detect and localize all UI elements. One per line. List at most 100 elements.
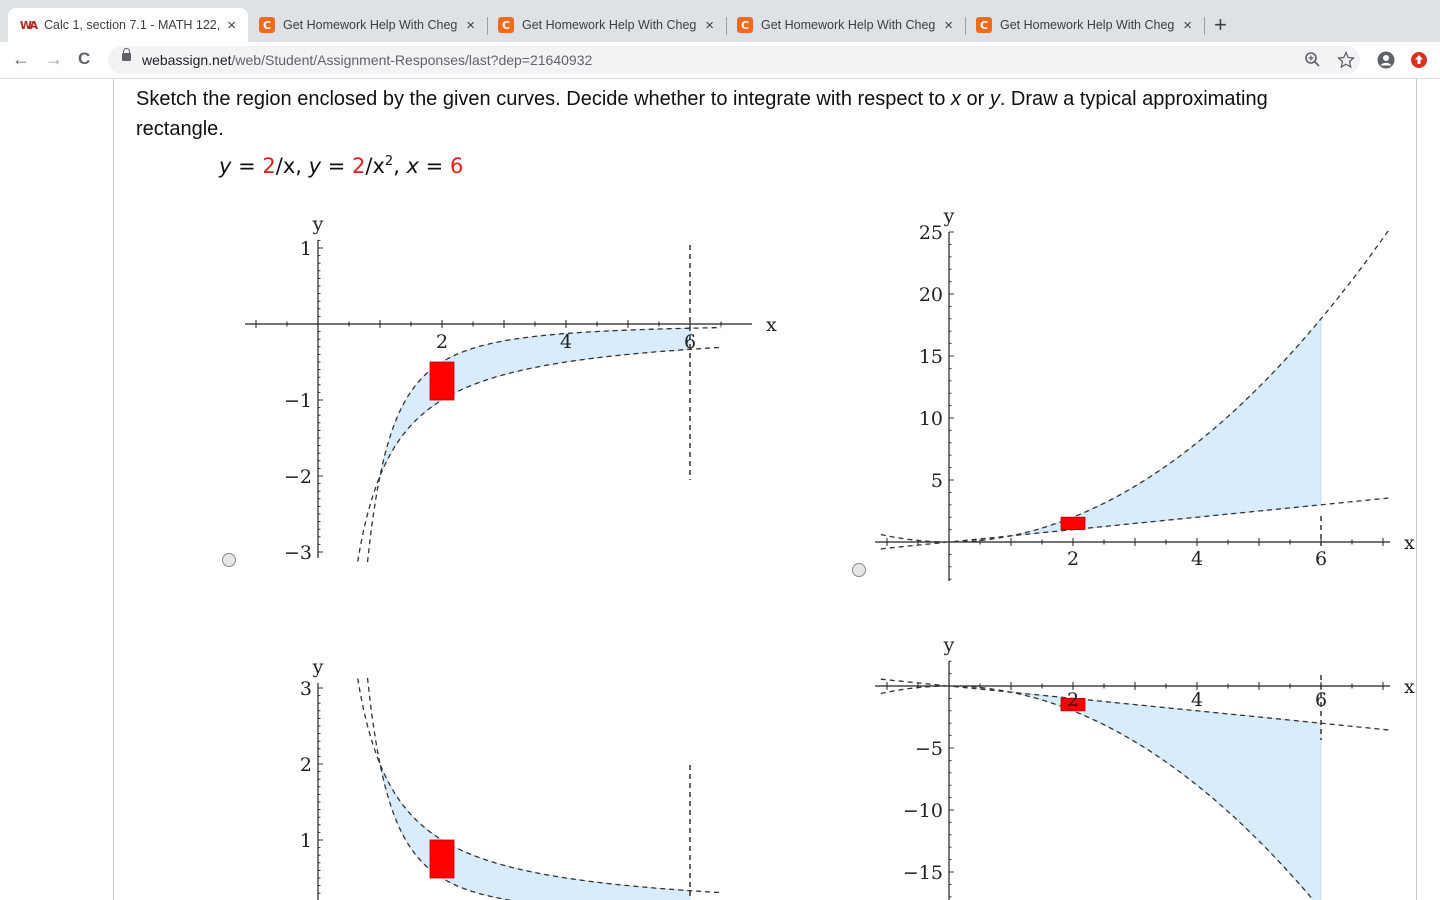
y-tick-label: −5 [915,738,943,760]
x-tick-label: 2 [436,331,448,353]
lock-icon [122,48,131,61]
y-tick-label: 15 [919,346,943,368]
x-tick-label: 6 [1315,689,1327,711]
x-axis-label: x [766,314,777,336]
y-axis-label: y [943,205,955,227]
curve-1 [357,678,722,894]
y-tick-label: 5 [931,470,943,492]
close-icon[interactable]: × [227,17,236,34]
x-tick-label: 4 [560,331,572,353]
y-tick-label: −10 [903,800,943,822]
y-tick-label: 3 [300,678,312,700]
url-text[interactable]: webassign.net/web/Student/Assignment-Res… [142,52,592,68]
eq-sign: = [321,154,353,178]
y-tick-label: 1 [300,238,312,260]
curve-2 [357,346,722,562]
zoom-icon[interactable] [1304,51,1322,69]
bookmark-star-icon[interactable] [1337,51,1355,69]
x-tick-label: 6 [1315,548,1327,570]
tab-title: Get Homework Help With Cheg [1000,18,1175,32]
shaded-region [379,327,691,477]
radio-option-a[interactable] [222,553,236,567]
tab-chegg-3[interactable]: C Get Homework Help With Cheg × [725,8,965,42]
curves-equation: y = 2/x, y = 2/x2, x = 6 [219,154,463,178]
question-prompt: Sketch the region enclosed by the given … [136,84,1316,144]
y-axis-label: y [943,634,955,656]
close-icon[interactable]: × [466,17,475,34]
back-icon[interactable]: ← [12,49,30,70]
url-path: /web/Student/Assignment-Responses/last?d… [231,52,593,68]
eq-y1-den: /x, [275,154,309,178]
y-axis-label: y [312,213,324,235]
eq-y2-den: /x [365,154,385,178]
x-tick-label: 4 [1191,689,1203,711]
prompt-text-1: Sketch the region enclosed by the given … [136,88,951,110]
tab-webassign[interactable]: WA Calc 1, section 7.1 - MATH 122, × [8,8,248,42]
close-icon[interactable]: × [705,17,714,34]
chegg-icon: C [498,17,514,33]
x-axis-label: x [1404,532,1415,554]
approximating-rectangle [1060,516,1086,531]
graph-option-d: 2 4 6 −5 −10 −15 x y [875,634,1415,900]
x-tick-label: 4 [1191,548,1203,570]
graph-option-a: 2 4 6 1 −1 −2 −3 x y [245,213,777,564]
shaded-region [1010,317,1322,537]
chegg-icon: C [976,17,992,33]
eq-sep: , [393,154,407,178]
url-host: webassign.net [142,52,232,68]
x-tick-label: 2 [1067,548,1079,570]
tab-title: Calc 1, section 7.1 - MATH 122, [44,18,221,32]
eq-y2-exp: 2 [384,154,394,169]
tab-strip: WA Calc 1, section 7.1 - MATH 122, × C G… [0,0,1440,42]
eq-y1: y [219,154,232,178]
eq-x: x [406,154,419,178]
close-icon[interactable]: × [1183,17,1192,34]
graph-option-b: 2 4 6 5 10 15 20 25 x y [875,205,1415,581]
tab-chegg-1[interactable]: C Get Homework Help With Cheg × [247,8,487,42]
close-icon[interactable]: × [944,17,953,34]
var-y: y [989,88,1000,110]
tab-title: Get Homework Help With Cheg [761,18,936,32]
shaded-region [379,763,691,900]
forward-icon[interactable]: → [45,49,63,70]
y-tick-label: −3 [284,542,312,564]
prompt-or: or [960,88,990,110]
approximating-rectangle [429,839,455,879]
radio-option-b[interactable] [852,563,866,577]
tab-separator [1204,17,1205,35]
graph-option-c: 246123xy [300,656,722,900]
chegg-icon: C [259,17,275,33]
y-tick-label: 25 [919,222,943,244]
approximating-rectangle [429,361,455,401]
x-axis-label: x [1404,676,1415,698]
eq-sign: = [418,154,450,178]
tab-chegg-4[interactable]: C Get Homework Help With Cheg × [964,8,1204,42]
tab-chegg-2[interactable]: C Get Homework Help With Cheg × [486,8,726,42]
eq-y2: y [308,154,322,178]
y-tick-label: −2 [284,466,312,488]
eq-x-val: 6 [449,154,464,178]
address-bar[interactable]: webassign.net/web/Student/Assignment-Res… [108,46,1360,74]
browser-toolbar: ← → C webassign.net/web/Student/Assignme… [0,42,1440,79]
y-tick-label: −1 [284,390,312,412]
tab-title: Get Homework Help With Cheg [522,18,697,32]
y-tick-label: 1 [300,830,312,852]
eq-y1-num: 2 [262,154,276,178]
chegg-icon: C [737,17,753,33]
profile-icon[interactable] [1377,51,1395,69]
new-tab-button[interactable]: + [1214,12,1227,38]
eq-y2-num: 2 [352,154,366,178]
y-axis-label: y [312,656,324,678]
y-tick-label: 20 [919,284,943,306]
reload-icon[interactable]: C [78,49,90,69]
y-tick-label: −15 [903,862,943,884]
x-tick-label: 2 [1067,689,1079,711]
x-tick-label: 6 [684,331,696,353]
shaded-region [1010,691,1322,900]
tab-title: Get Homework Help With Cheg [283,18,458,32]
y-tick-label: 10 [919,408,943,430]
update-icon[interactable] [1410,51,1428,69]
eq-sign: = [231,154,263,178]
y-tick-label: 2 [300,754,312,776]
webassign-icon: WA [19,18,38,32]
